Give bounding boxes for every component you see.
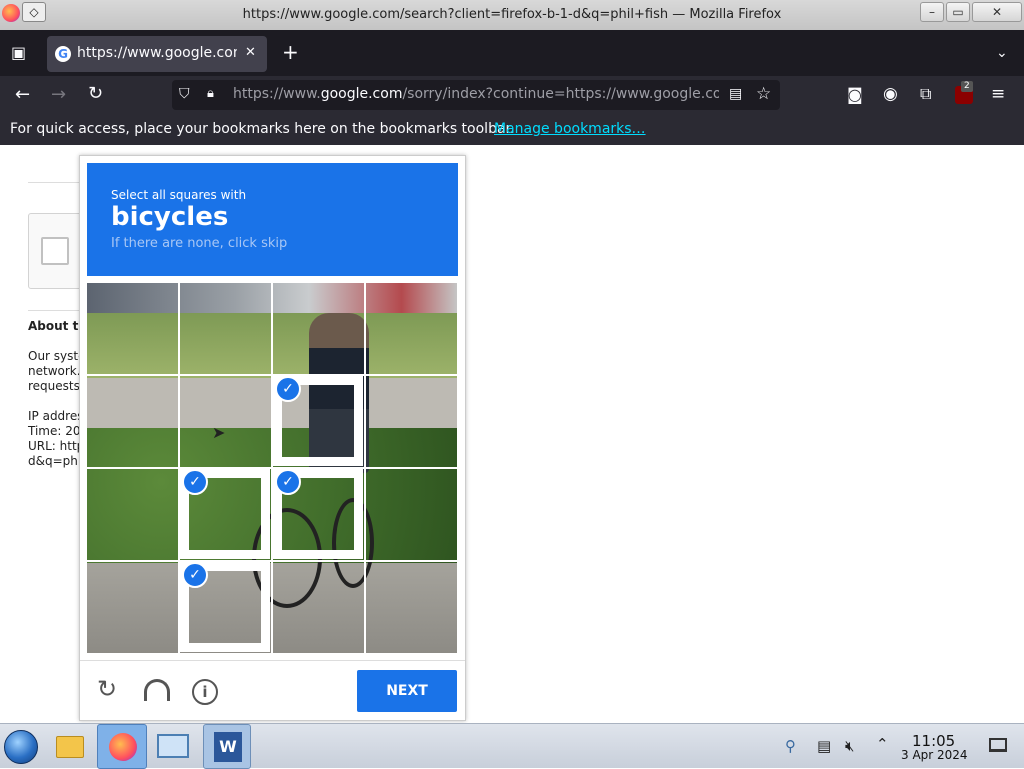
clipboard-tray-icon[interactable]: ▤: [817, 737, 831, 755]
mouse-cursor-icon: ➤: [212, 423, 226, 442]
tile-selected-check-icon: ✓: [182, 469, 208, 495]
url-domain: google.com: [320, 86, 403, 102]
info-icon[interactable]: i: [192, 679, 218, 705]
back-button[interactable]: ←: [15, 86, 30, 104]
tracking-protection-icon[interactable]: ⛉: [179, 86, 190, 102]
ublock-badge: 2: [961, 81, 973, 92]
maximize-button[interactable]: ▭: [946, 2, 970, 22]
recaptcha-checkbox[interactable]: [41, 237, 69, 265]
google-favicon-icon: G: [55, 46, 71, 62]
extensions-icon[interactable]: ⧉: [920, 85, 931, 103]
captcha-tile-4[interactable]: [366, 283, 456, 373]
captcha-image-grid: ✓ ✓ ✓ ✓ ➤: [87, 283, 457, 653]
explanation-line-2: network.: [28, 364, 81, 378]
reload-button[interactable]: ↻: [88, 85, 103, 103]
word-taskbar-icon[interactable]: W: [203, 724, 251, 769]
close-window-button[interactable]: ✕: [972, 2, 1022, 22]
captcha-tile-16[interactable]: [366, 562, 456, 652]
url-prefix: https://www.: [233, 86, 321, 102]
audio-challenge-icon[interactable]: [144, 679, 170, 701]
captcha-tile-9[interactable]: [87, 469, 177, 559]
reader-view-icon[interactable]: ▤: [729, 86, 742, 102]
app-menu-icon[interactable]: ≡: [991, 85, 1005, 103]
captcha-tile-1[interactable]: [87, 283, 177, 373]
settings-taskbar-icon[interactable]: [153, 726, 193, 766]
volume-muted-tray-icon[interactable]: 🔇︎: [845, 737, 854, 755]
url-rest: /sorry/index?continue=https://www.google…: [402, 86, 719, 102]
lock-icon[interactable]: 🔒︎: [207, 86, 214, 101]
time-line: Time: 20: [28, 424, 81, 438]
firefox-taskbar-icon[interactable]: [97, 724, 147, 769]
url-line-2: d&q=phil: [28, 454, 85, 468]
ip-address-line: IP addres: [28, 409, 84, 423]
file-manager-taskbar-icon[interactable]: [50, 726, 90, 766]
tile-selected-check-icon: ✓: [275, 469, 301, 495]
url-line: URL: http: [28, 439, 85, 453]
tab-close-icon[interactable]: ✕: [245, 45, 256, 60]
minimize-button[interactable]: –: [920, 2, 944, 22]
new-tab-button[interactable]: +: [282, 42, 299, 62]
url-bar[interactable]: ⛉ 🔒︎ https://www.google.com/sorry/index?…: [172, 80, 780, 110]
url-text[interactable]: https://www.google.com/sorry/index?conti…: [233, 86, 719, 102]
captcha-tile-12[interactable]: [366, 469, 456, 559]
captcha-tile-15[interactable]: [273, 562, 363, 652]
list-all-tabs-icon[interactable]: ⌄: [996, 44, 1008, 62]
bookmarks-toolbar: For quick access, place your bookmarks h…: [0, 114, 1024, 145]
tile-selected-check-icon: ✓: [275, 376, 301, 402]
network-tray-icon[interactable]: ⚲: [785, 737, 796, 755]
captcha-tile-3[interactable]: [273, 283, 363, 373]
window-titlebar: ◇ https://www.google.com/search?client=f…: [0, 0, 1024, 30]
firefox-view-icon[interactable]: ▣: [11, 44, 26, 62]
forward-button[interactable]: →: [51, 86, 66, 104]
explanation-line-1: Our syste: [28, 349, 86, 363]
captcha-target: bicycles: [111, 202, 229, 232]
clock-date[interactable]: 3 Apr 2024: [901, 748, 968, 762]
captcha-tile-6[interactable]: [180, 376, 270, 466]
captcha-tile-8[interactable]: [366, 376, 456, 466]
pocket-icon[interactable]: ◙: [847, 86, 863, 104]
bookmark-star-icon[interactable]: ☆: [756, 84, 771, 104]
captcha-hint: If there are none, click skip: [111, 236, 288, 251]
show-desktop-icon[interactable]: [989, 738, 1007, 752]
taskbar: W ⚲ ▤ 🔇︎ ⌃ 11:05 3 Apr 2024: [0, 723, 1024, 769]
captcha-header: Select all squares with bicycles If ther…: [87, 163, 458, 276]
captcha-instruction: Select all squares with: [111, 188, 247, 202]
reload-challenge-icon[interactable]: ↻: [97, 676, 117, 702]
next-button[interactable]: NEXT: [357, 670, 457, 712]
account-icon[interactable]: ◉: [883, 85, 898, 103]
start-menu-icon[interactable]: [4, 730, 38, 764]
captcha-tile-2[interactable]: [180, 283, 270, 373]
tray-expand-icon[interactable]: ⌃: [876, 735, 889, 753]
tab-google[interactable]: G https://www.google.com/ ✕: [47, 36, 267, 72]
window-title: https://www.google.com/search?client=fir…: [242, 7, 782, 22]
tile-selected-check-icon: ✓: [182, 562, 208, 588]
captcha-tile-13[interactable]: [87, 562, 177, 652]
captcha-tile-5[interactable]: [87, 376, 177, 466]
explanation-line-3: requests: [28, 379, 80, 393]
bookmarks-message: For quick access, place your bookmarks h…: [10, 121, 515, 137]
tab-label: https://www.google.com/: [77, 45, 237, 61]
manage-bookmarks-link[interactable]: Manage bookmarks…: [494, 121, 646, 137]
